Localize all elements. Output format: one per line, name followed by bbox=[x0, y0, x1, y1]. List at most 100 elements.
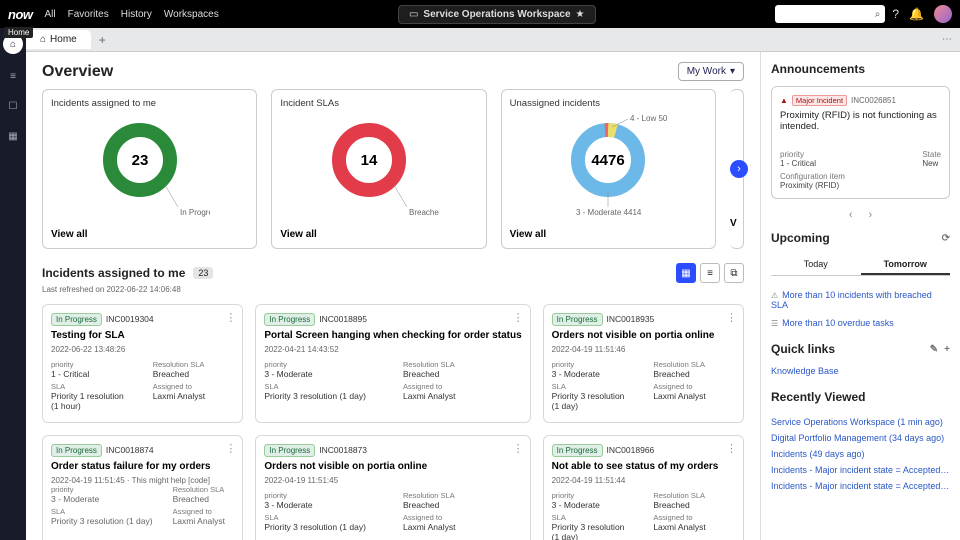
incident-title: Orders not visible on portia online bbox=[552, 330, 735, 341]
quick-link[interactable]: Knowledge Base bbox=[771, 366, 950, 380]
rail-inbox-icon[interactable]: ☐ bbox=[5, 98, 21, 114]
nav-workspaces[interactable]: Workspaces bbox=[164, 9, 219, 20]
card-unassigned: Unassigned incidents 4476 4 - Low 50 3 -… bbox=[501, 89, 716, 249]
tab-strip: ⌂Home + ⋯ bbox=[0, 28, 960, 52]
svg-text:Breached 14: Breached 14 bbox=[409, 208, 439, 217]
chevron-down-icon: ▾ bbox=[730, 66, 735, 77]
flag-icon: ▲ bbox=[780, 96, 788, 105]
tab-today[interactable]: Today bbox=[771, 255, 861, 275]
nav-all[interactable]: All bbox=[45, 9, 56, 20]
star-icon[interactable]: ★ bbox=[576, 9, 585, 20]
view-all-link[interactable]: View all bbox=[51, 229, 248, 240]
view-all-link[interactable]: View all bbox=[280, 229, 477, 240]
incident-card[interactable]: ⋮ In Progress INC0018966 Not able to see … bbox=[543, 435, 744, 540]
nav-favorites[interactable]: Favorites bbox=[68, 9, 109, 20]
upcoming-item[interactable]: More than 10 overdue tasks bbox=[771, 314, 950, 332]
incident-title: Portal Screen hanging when checking for … bbox=[264, 330, 521, 341]
incident-timestamp: 2022-04-19 11:51:46 bbox=[552, 345, 735, 354]
side-panel: Announcements ▲Major IncidentINC0026851 … bbox=[760, 52, 960, 540]
tab-home[interactable]: ⌂Home bbox=[26, 30, 91, 49]
incident-timestamp: 2022-04-19 11:51:45 bbox=[264, 476, 521, 485]
card-menu-icon[interactable]: ⋮ bbox=[225, 442, 236, 455]
incident-card[interactable]: ⋮ In ProgressINC0018935 Orders not visib… bbox=[543, 304, 744, 423]
svg-text:4 - Low 50: 4 - Low 50 bbox=[630, 115, 668, 123]
upcoming-title: Upcoming bbox=[771, 231, 830, 245]
card-menu-icon[interactable]: ⋮ bbox=[726, 311, 737, 324]
announcement-card[interactable]: ▲Major IncidentINC0026851 Proximity (RFI… bbox=[771, 86, 950, 199]
tab-overflow-icon[interactable]: ⋯ bbox=[942, 34, 952, 45]
search-icon[interactable]: ⌕ bbox=[875, 9, 881, 20]
incident-card[interactable]: ⋮ In ProgressINC0018895 Portal Screen ha… bbox=[255, 304, 530, 423]
card-menu-icon[interactable]: ⋮ bbox=[726, 442, 737, 455]
my-work-dropdown[interactable]: My Work▾ bbox=[678, 62, 744, 81]
add-icon[interactable]: + bbox=[944, 344, 950, 355]
incident-number: INC0018966 bbox=[607, 445, 655, 455]
view-all-link[interactable]: View all bbox=[510, 229, 707, 240]
recently-viewed-title: Recently Viewed bbox=[771, 390, 866, 404]
logo[interactable]: now bbox=[8, 7, 33, 22]
avatar[interactable] bbox=[934, 5, 952, 23]
recent-item[interactable]: Digital Portfolio Management (34 days ag… bbox=[771, 430, 950, 446]
announcement-pager: ‹› bbox=[771, 209, 950, 221]
state-badge: In Progress bbox=[51, 444, 102, 457]
card-incident-slas: Incident SLAs 14 Breached 14 View all bbox=[271, 89, 486, 249]
last-refreshed: Last refreshed on 2022-06-22 14:06:48 bbox=[42, 285, 744, 294]
help-icon[interactable]: ? bbox=[892, 7, 899, 21]
incident-number: INC0018873 bbox=[319, 445, 367, 455]
incident-number: INC0018935 bbox=[607, 314, 655, 324]
svg-text:In Progress 23: In Progress 23 bbox=[180, 208, 210, 217]
incident-card[interactable]: ⋮ In Progress INC0018873 Orders not visib… bbox=[255, 435, 530, 540]
incident-timestamp: 2022-04-19 11:51:44 bbox=[552, 476, 735, 485]
nav-history[interactable]: History bbox=[121, 9, 152, 20]
global-search-input[interactable] bbox=[775, 5, 885, 23]
cards-next-arrow[interactable]: › bbox=[730, 160, 748, 178]
incident-number: INC0018874 bbox=[106, 445, 154, 455]
incident-number: INC0019304 bbox=[106, 314, 154, 324]
card-menu-icon[interactable]: ⋮ bbox=[513, 442, 524, 455]
home-tooltip: Home bbox=[4, 27, 33, 38]
edit-icon[interactable]: ✎ bbox=[930, 344, 938, 355]
card-menu-icon[interactable]: ⋮ bbox=[225, 311, 236, 324]
refresh-icon[interactable]: ⟳ bbox=[942, 233, 950, 244]
card-title: Incident SLAs bbox=[280, 98, 477, 109]
incident-title: Orders not visible on portia online bbox=[264, 461, 521, 472]
section-header: Incidents assigned to me 23 ▦ ≡ ⧉ bbox=[42, 263, 744, 283]
rail-list-icon[interactable]: ≡ bbox=[5, 68, 21, 84]
workspace-pill[interactable]: ▭ Service Operations Workspace ★ bbox=[398, 5, 596, 24]
incident-card[interactable]: ⋮ In Progress INC0018874 Order status fai… bbox=[42, 435, 243, 540]
left-rail: ⌂ ≡ ☐ ▦ bbox=[0, 28, 26, 540]
state-badge: In Progress bbox=[264, 444, 315, 457]
state-badge: In Progress bbox=[552, 444, 603, 457]
global-header: now All Favorites History Workspaces ▭ S… bbox=[0, 0, 960, 28]
card-title: Unassigned incidents bbox=[510, 98, 707, 109]
upcoming-item[interactable]: More than 10 incidents with breached SLA bbox=[771, 286, 950, 314]
workspace-icon: ▭ bbox=[409, 9, 418, 20]
open-external-button[interactable]: ⧉ bbox=[724, 263, 744, 283]
incident-title: Not able to see status of my orders bbox=[552, 461, 735, 472]
prev-arrow-icon[interactable]: ‹ bbox=[849, 209, 853, 221]
workspace-label: Service Operations Workspace bbox=[423, 9, 570, 20]
recent-item[interactable]: Service Operations Workspace (1 min ago) bbox=[771, 414, 950, 430]
header-actions: ? 🔔 bbox=[892, 5, 952, 23]
card-menu-icon[interactable]: ⋮ bbox=[513, 311, 524, 324]
incident-title: Order status failure for my orders bbox=[51, 461, 234, 472]
bell-icon[interactable]: 🔔 bbox=[909, 7, 924, 21]
new-tab-button[interactable]: + bbox=[91, 33, 114, 47]
recent-item[interactable]: Incidents (49 days ago) bbox=[771, 446, 950, 462]
recent-item[interactable]: Incidents - Major incident state = Accep… bbox=[771, 462, 950, 478]
state-badge: In Progress bbox=[51, 313, 102, 326]
major-incident-badge: Major Incident bbox=[792, 95, 847, 106]
recent-item[interactable]: Incidents - Major incident state = Accep… bbox=[771, 478, 950, 494]
view-switcher: ▦ ≡ ⧉ bbox=[676, 263, 744, 283]
next-arrow-icon[interactable]: › bbox=[869, 209, 873, 221]
rail-grid-icon[interactable]: ▦ bbox=[5, 128, 21, 144]
tab-tomorrow[interactable]: Tomorrow bbox=[861, 255, 951, 275]
incident-number: INC0018895 bbox=[319, 314, 367, 324]
view-grid-button[interactable]: ▦ bbox=[676, 263, 696, 283]
section-title: Incidents assigned to me bbox=[42, 266, 185, 280]
incident-card[interactable]: ⋮ In ProgressINC0019304 Testing for SLA … bbox=[42, 304, 243, 423]
svg-text:4476: 4476 bbox=[592, 152, 625, 169]
quick-links-title: Quick links bbox=[771, 342, 835, 356]
incident-timestamp: 2022-04-21 14:43:52 bbox=[264, 345, 521, 354]
view-list-button[interactable]: ≡ bbox=[700, 263, 720, 283]
